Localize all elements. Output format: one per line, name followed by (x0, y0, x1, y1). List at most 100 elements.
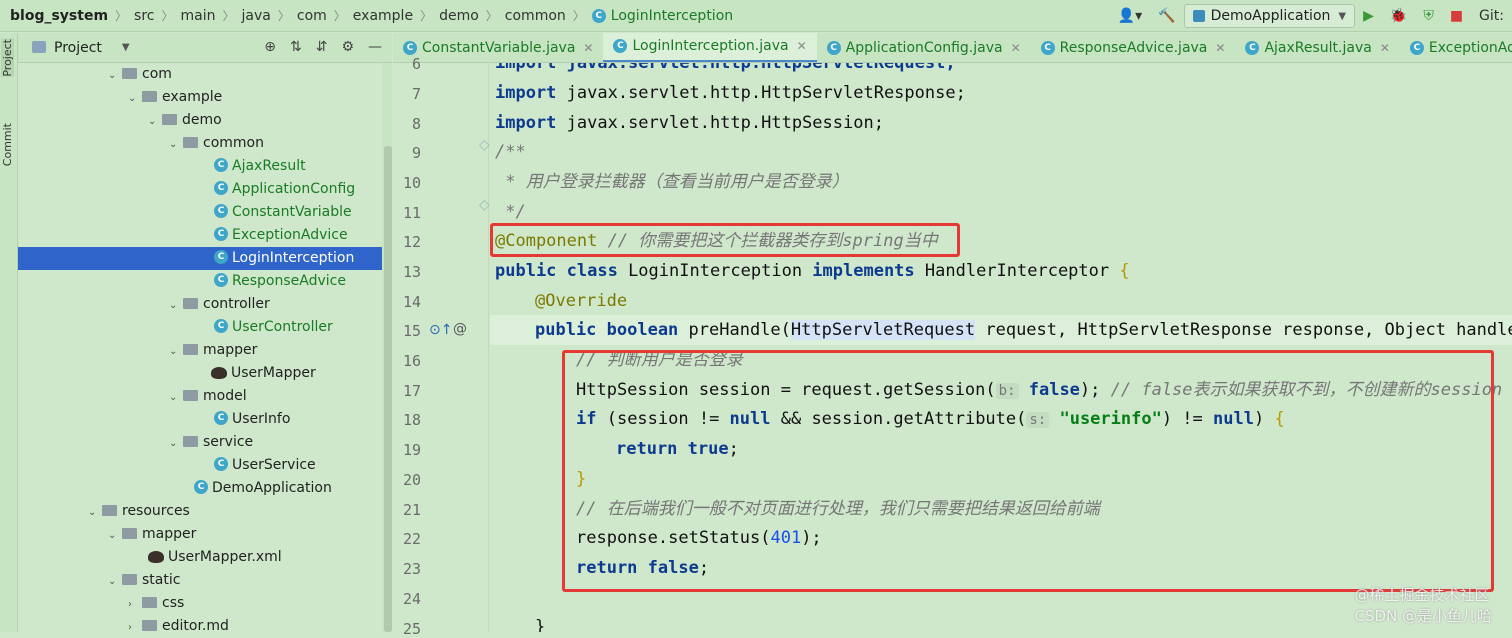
tree-item[interactable]: ⌄ common (169, 132, 264, 155)
tree-item-selected[interactable]: C LoginInterception (18, 247, 382, 270)
collapse-all-icon[interactable]: ⇵ (316, 39, 328, 55)
tree-item[interactable]: ⌄ resources (88, 500, 190, 523)
breadcrumb-src[interactable]: src (130, 8, 158, 24)
chevron-right-icon[interactable]: › (128, 616, 142, 632)
close-icon[interactable]: ✕ (1011, 41, 1021, 55)
breadcrumb-demo[interactable]: demo (435, 8, 483, 24)
close-icon[interactable]: ✕ (1380, 41, 1390, 55)
chevron-down-icon[interactable]: ⌄ (169, 340, 183, 363)
breadcrumb-file[interactable]: C LoginInterception (588, 8, 737, 24)
tree-item[interactable]: C ApplicationConfig (214, 178, 355, 201)
debug-icon[interactable]: 🐞 (1390, 8, 1407, 24)
tab-responseadvice[interactable]: C ResponseAdvice.java ✕ (1031, 33, 1236, 62)
chevron-down-icon[interactable]: ⌄ (128, 87, 142, 110)
run-icon[interactable]: ▶ (1363, 8, 1374, 24)
tab-applicationconfig[interactable]: C ApplicationConfig.java ✕ (817, 33, 1031, 62)
implements-method-icon[interactable]: ⊙↑ (429, 322, 452, 338)
tree-item[interactable]: › css (128, 592, 184, 615)
hide-icon[interactable]: — (368, 39, 382, 55)
run-config-select[interactable]: DemoApplication ▼ (1183, 4, 1356, 28)
tree-item[interactable]: C DemoApplication (194, 477, 332, 500)
tab-logininterception[interactable]: C LoginInterception.java ✕ (603, 33, 817, 62)
breadcrumb-java[interactable]: java (238, 8, 275, 24)
breadcrumb-project[interactable]: blog_system (6, 8, 112, 24)
gear-icon[interactable]: ⚙ (341, 39, 354, 55)
tree-scrollbar-thumb[interactable] (384, 146, 392, 632)
watermark: @稀土掘金技术社区 CSDN @是小鱼儿哈 (1354, 586, 1492, 625)
editor-gutter[interactable]: 6 7 8 9 10 11 12 13 14 15 16 17 18 19 20… (393, 55, 490, 638)
tree-item[interactable]: ⌄ model (169, 385, 247, 408)
tab-ajaxresult[interactable]: C AjaxResult.java ✕ (1235, 33, 1399, 62)
breadcrumb-main[interactable]: main (177, 8, 220, 24)
tree-item[interactable]: ⌄ com (108, 63, 172, 86)
chevron-right-icon: 〉 (161, 9, 174, 23)
tree-item[interactable]: ⌄ mapper (108, 523, 196, 546)
folder-icon (122, 67, 137, 79)
close-icon[interactable]: ✕ (1215, 41, 1225, 55)
class-icon: C (1040, 40, 1055, 55)
tree-item[interactable]: ⌄ service (169, 431, 253, 454)
chevron-down-icon[interactable]: ⌄ (169, 294, 183, 317)
coverage-icon[interactable]: ⛨ (1423, 8, 1434, 24)
close-icon[interactable]: ✕ (583, 41, 593, 55)
chevron-right-icon: 〉 (115, 9, 128, 23)
breadcrumb-common[interactable]: common (501, 8, 570, 24)
tree-item[interactable]: ⌄ mapper (169, 339, 257, 362)
tree-item[interactable]: C AjaxResult (214, 155, 306, 178)
tree-item[interactable]: ⌄ controller (169, 293, 270, 316)
line-number: 8 (411, 115, 421, 133)
account-icon[interactable]: 👤▾ (1118, 8, 1142, 24)
tree-item[interactable]: ⌄ static (108, 569, 180, 592)
breadcrumb-com[interactable]: com (293, 8, 331, 24)
tree-item[interactable]: UserMapper (211, 362, 316, 385)
chevron-down-icon[interactable]: ⌄ (108, 64, 122, 87)
folder-icon (142, 619, 157, 631)
chevron-down-icon[interactable]: ⌄ (108, 570, 122, 593)
tab-constantvariable[interactable]: C ConstantVariable.java ✕ (393, 33, 603, 62)
tree-item[interactable]: C UserInfo (214, 408, 290, 431)
line-number: 11 (402, 204, 421, 222)
chevron-right-icon: 〉 (572, 9, 585, 23)
vcs-label[interactable]: Git: (1479, 8, 1504, 24)
line-number: 16 (402, 352, 421, 370)
tree-item[interactable]: ⌄ demo (148, 109, 222, 132)
chevron-right-icon: 〉 (420, 9, 433, 23)
tab-exceptionadvice[interactable]: CExceptionAdvice.java (1400, 33, 1512, 62)
chevron-down-icon[interactable]: ⌄ (169, 432, 183, 455)
tree-item[interactable]: UserMapper.xml (148, 546, 282, 569)
tree-item[interactable]: ⌄ example (128, 86, 222, 109)
tree-item[interactable]: C UserService (214, 454, 316, 477)
line-number: 7 (411, 85, 421, 103)
chevron-down-icon[interactable]: ⌄ (88, 501, 102, 524)
chevron-down-icon[interactable]: ⌄ (148, 110, 162, 133)
breadcrumb-example[interactable]: example (349, 8, 417, 24)
tab-commit-tool[interactable]: Commit (1, 123, 14, 166)
resources-folder-icon (102, 504, 117, 516)
fold-icon[interactable]: ◇ (479, 197, 490, 213)
close-icon[interactable]: ✕ (797, 39, 807, 53)
line-number: 15 (402, 322, 421, 340)
class-icon: C (214, 411, 228, 425)
chevron-down-icon[interactable]: ⌄ (108, 524, 122, 547)
class-icon: C (214, 227, 228, 241)
annotation-icon[interactable]: @ (453, 321, 467, 337)
tab-project-tool[interactable]: Project (1, 39, 14, 77)
tree-item[interactable]: C ConstantVariable (214, 201, 352, 224)
chevron-down-icon[interactable]: ⌄ (169, 133, 183, 156)
tree-item[interactable]: C UserController (214, 316, 333, 339)
class-icon: C (214, 158, 228, 172)
chevron-down-icon[interactable]: ▼ (122, 42, 130, 53)
locate-icon[interactable]: ⊕ (264, 39, 276, 55)
tree-item[interactable]: › editor.md (128, 615, 229, 632)
expand-all-icon[interactable]: ⇅ (290, 39, 302, 55)
tree-item[interactable]: C ExceptionAdvice (214, 224, 348, 247)
line-number: 19 (402, 441, 421, 459)
build-icon[interactable]: 🔨 (1158, 8, 1175, 24)
stop-icon[interactable]: ■ (1450, 8, 1463, 24)
class-icon: C (214, 181, 228, 195)
fold-icon[interactable]: ◇ (479, 137, 490, 153)
chevron-down-icon[interactable]: ⌄ (169, 386, 183, 409)
chevron-right-icon[interactable]: › (128, 593, 142, 616)
project-panel-title[interactable]: Project (54, 40, 102, 56)
tree-item[interactable]: C ResponseAdvice (214, 270, 346, 293)
